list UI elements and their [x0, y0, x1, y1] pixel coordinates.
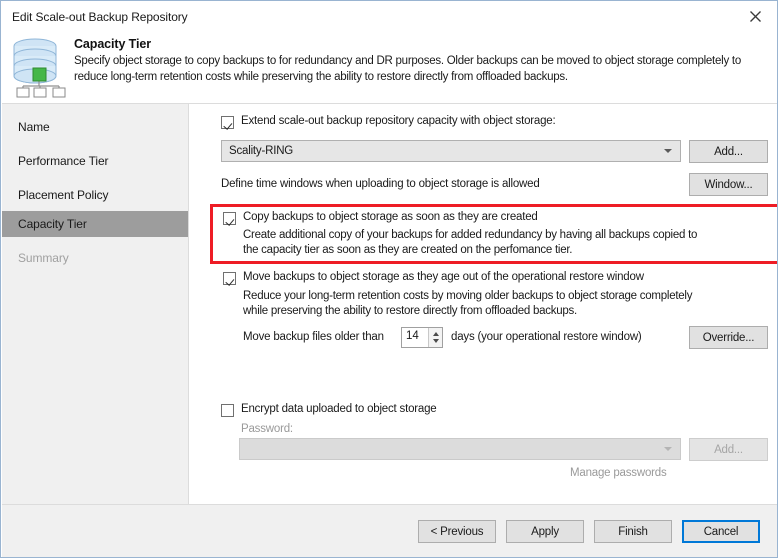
password-select [239, 438, 681, 460]
page-description: Specify object storage to copy backups t… [74, 55, 741, 83]
object-storage-repository-value: Scality-RING [229, 145, 294, 157]
finish-button[interactable]: Finish [594, 520, 672, 543]
title-bar: Edit Scale-out Backup Repository [2, 2, 777, 32]
manage-passwords-link[interactable]: Manage passwords [570, 467, 667, 479]
move-backups-label: Move backups to object storage as they a… [243, 271, 644, 283]
sidebar-item-placement-policy[interactable]: Placement Policy [2, 182, 188, 208]
move-age-suffix-label: days (your operational restore window) [451, 331, 642, 343]
capacity-tier-database-icon [9, 36, 69, 98]
encrypt-data-label: Encrypt data uploaded to object storage [241, 403, 437, 415]
dialog-footer: < Previous Apply Finish Cancel [2, 504, 777, 557]
move-age-days-value: 14 [406, 330, 419, 342]
sidebar-item-performance-tier[interactable]: Performance Tier [2, 148, 188, 174]
chevron-down-icon [664, 447, 672, 451]
move-backups-description-line1: Reduce your long-term retention costs by… [243, 290, 693, 302]
time-window-label: Define time windows when uploading to ob… [221, 178, 540, 190]
sidebar-item-label: Placement Policy [18, 188, 109, 202]
stepper-buttons[interactable] [428, 328, 442, 347]
copy-backups-label: Copy backups to object storage as soon a… [243, 211, 538, 223]
sidebar-item-capacity-tier[interactable]: Capacity Tier [2, 211, 188, 237]
stepper-up-icon[interactable] [433, 332, 439, 336]
capacity-tier-panel: Extend scale-out backup repository capac… [189, 104, 777, 504]
cancel-button[interactable]: Cancel [682, 520, 760, 543]
add-repository-button[interactable]: Add... [689, 140, 768, 163]
extend-capacity-label: Extend scale-out backup repository capac… [241, 115, 556, 127]
copy-backups-checkbox[interactable] [223, 212, 236, 225]
move-age-days-stepper[interactable]: 14 [401, 327, 443, 348]
copy-backups-description-line1: Create additional copy of your backups f… [243, 229, 698, 241]
apply-button[interactable]: Apply [506, 520, 584, 543]
wizard-sidebar: Name Performance Tier Placement Policy C… [2, 104, 189, 504]
sidebar-item-label: Capacity Tier [18, 217, 87, 231]
sidebar-item-label: Summary [18, 251, 69, 265]
window-title: Edit Scale-out Backup Repository [12, 10, 188, 24]
dialog-header: Capacity Tier Specify object storage to … [2, 32, 777, 104]
sidebar-item-name[interactable]: Name [2, 114, 188, 140]
chevron-down-icon [664, 149, 672, 153]
close-button[interactable] [733, 2, 777, 31]
move-backups-checkbox[interactable] [223, 272, 236, 285]
close-icon [750, 11, 761, 22]
edit-scale-out-backup-repository-dialog: Edit Scale-out Backup Repository Capacit… [0, 0, 778, 558]
stepper-down-icon[interactable] [433, 339, 439, 343]
previous-button[interactable]: < Previous [418, 520, 496, 543]
move-age-prefix-label: Move backup files older than [243, 331, 384, 343]
sidebar-item-label: Performance Tier [18, 154, 109, 168]
time-window-button[interactable]: Window... [689, 173, 768, 196]
move-backups-description-line2: while preserving the ability to restore … [243, 305, 577, 317]
sidebar-item-label: Name [18, 120, 50, 134]
password-label: Password: [241, 423, 293, 435]
object-storage-repository-select[interactable]: Scality-RING [221, 140, 681, 162]
sidebar-item-summary: Summary [2, 245, 188, 271]
add-password-button: Add... [689, 438, 768, 461]
page-title: Capacity Tier [74, 37, 151, 51]
encrypt-data-checkbox[interactable] [221, 404, 234, 417]
copy-backups-description-line2: the capacity tier as soon as they are cr… [243, 244, 573, 256]
extend-capacity-checkbox[interactable] [221, 116, 234, 129]
override-button[interactable]: Override... [689, 326, 768, 349]
